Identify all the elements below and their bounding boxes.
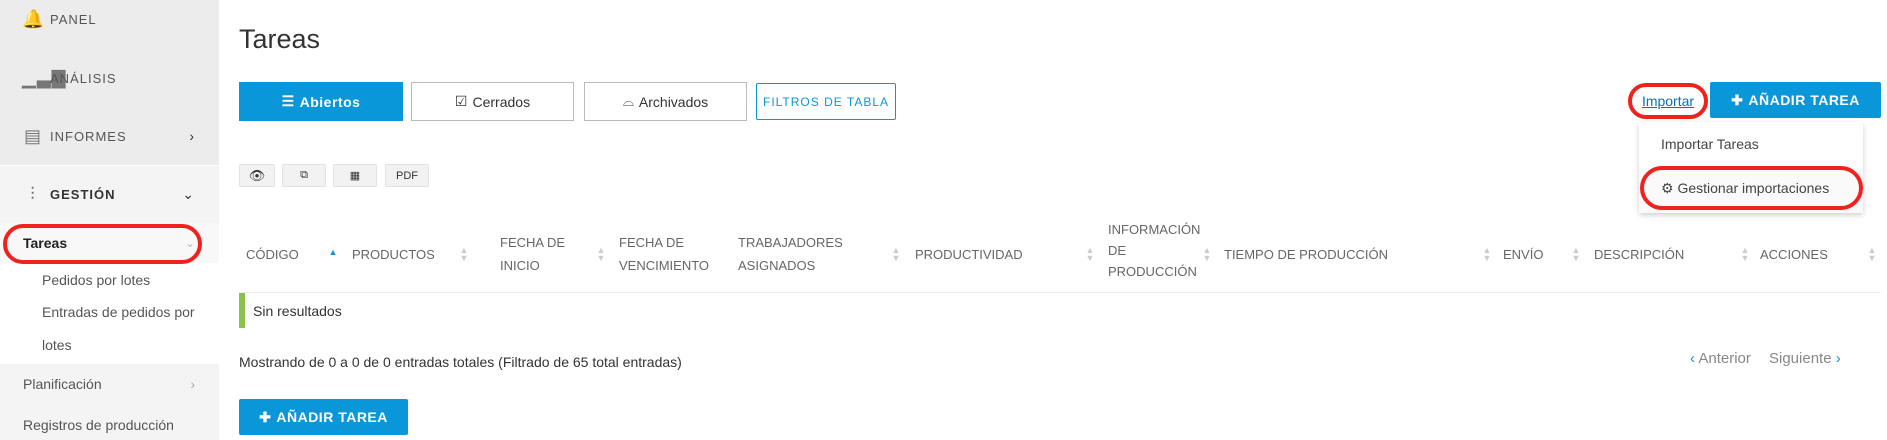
- plus-icon: ✚: [1731, 91, 1744, 108]
- add-task-bottom-button[interactable]: ✚ AÑADIR TAREA: [239, 399, 408, 435]
- sidebar-item-informes[interactable]: ▤ INFORMES ›: [0, 120, 219, 152]
- page-title: Tareas: [239, 24, 321, 54]
- header-line: DE: [1108, 243, 1127, 258]
- sort-asc-icon[interactable]: ▲: [328, 248, 338, 257]
- chevron-down-icon: ⌄: [182, 186, 195, 202]
- sidebar-item-gestion[interactable]: ⫶ GESTIÓN ⌄: [0, 166, 219, 223]
- header-line: INFORMACIÓN: [1108, 222, 1201, 237]
- button-label: AÑADIR TAREA: [276, 409, 388, 425]
- pagination-prev[interactable]: ‹ Anterior: [1690, 350, 1751, 367]
- tab-label: Abiertos: [299, 93, 361, 110]
- sidebar-item-label: GESTIÓN: [50, 187, 116, 202]
- bar-chart-icon: ▁▃▇: [22, 67, 67, 88]
- table-filters-button[interactable]: FILTROS DE TABLA: [756, 83, 896, 120]
- tab-label: Cerrados: [472, 93, 531, 110]
- header-fecha-inicio[interactable]: FECHA DE INICIO: [500, 231, 565, 277]
- header-trabajadores[interactable]: TRABAJADORES ASIGNADOS: [738, 231, 843, 277]
- pagination-label: Anterior: [1698, 350, 1751, 367]
- highlight-annotation: [3, 224, 202, 264]
- bell-icon: 🔔: [22, 8, 46, 29]
- pagination-label: Siguiente: [1769, 350, 1832, 367]
- checkbox-icon: ☑: [454, 93, 468, 109]
- header-descripcion[interactable]: DESCRIPCIÓN: [1594, 243, 1684, 266]
- sidebar-item-label: Planificación: [23, 376, 102, 392]
- sidebar-subitem-entradas[interactable]: Entradas de pedidos por: [42, 304, 195, 320]
- sidebar-item-label: INFORMES: [50, 128, 127, 144]
- sort-icon[interactable]: ▲ ▼: [459, 246, 469, 263]
- header-line: INICIO: [500, 258, 540, 273]
- header-line: VENCIMIENTO: [619, 258, 710, 273]
- tab-label: Archivados: [638, 93, 709, 110]
- pagination-next[interactable]: Siguiente ›: [1769, 350, 1841, 367]
- copy-button[interactable]: ⧉: [282, 164, 326, 187]
- header-line: PRODUCCIÓN: [1108, 264, 1197, 279]
- chevron-left-icon: ‹: [1690, 350, 1695, 367]
- sidebar-subitem-pedidos[interactable]: Pedidos por lotes: [42, 272, 150, 288]
- sort-icon[interactable]: ▲ ▼: [1085, 246, 1095, 263]
- empty-indicator: [239, 293, 245, 328]
- column-visibility-button[interactable]: 👁: [239, 164, 275, 187]
- header-fecha-vencimiento[interactable]: FECHA DE VENCIMIENTO: [619, 231, 709, 277]
- document-icon: ▤: [23, 125, 42, 146]
- eye-icon: 👁: [248, 167, 266, 183]
- chevron-right-icon: ›: [1835, 350, 1841, 367]
- header-tiempo[interactable]: TIEMPO DE PRODUCCIÓN: [1224, 243, 1388, 266]
- sidebar-item-label: Registros de producción: [23, 417, 174, 433]
- header-informacion[interactable]: INFORMACIÓN DE PRODUCCIÓN: [1108, 219, 1200, 282]
- sort-icon[interactable]: ▲ ▼: [1202, 246, 1212, 263]
- import-dropdown: Importar Tareas ⚙ Gestionar importacione…: [1639, 122, 1863, 213]
- table-icon: ▦: [349, 170, 361, 182]
- sidebar: 🔔 PANEL ▁▃▇ ANÁLISIS ▤ INFORMES › ⫶ GESTIÓN ⌄ …: [0, 0, 219, 440]
- sidebar-item-registros[interactable]: Registros de producción: [0, 417, 219, 437]
- sidebar-item-planificacion[interactable]: Planificación ›: [0, 376, 219, 396]
- header-codigo[interactable]: CÓDIGO: [246, 243, 299, 266]
- list-icon: ☰: [281, 93, 295, 109]
- pdf-button[interactable]: PDF: [385, 164, 429, 187]
- sort-icon[interactable]: ▲ ▼: [1482, 246, 1492, 263]
- header-productividad[interactable]: PRODUCTIVIDAD: [915, 243, 1023, 266]
- tab-archivados[interactable]: ⌓ Archivados: [584, 82, 747, 121]
- sidebar-item-label: ANÁLISIS: [50, 70, 117, 86]
- tab-abiertos[interactable]: ☰ Abiertos: [239, 82, 403, 121]
- menu-item-import-tasks[interactable]: Importar Tareas: [1639, 122, 1863, 168]
- header-line: FECHA DE: [500, 235, 566, 250]
- divider: [239, 292, 1881, 293]
- sidebar-item-analisis[interactable]: ▁▃▇ ANÁLISIS: [0, 62, 219, 94]
- header-line: FECHA DE: [619, 235, 685, 250]
- highlight-annotation: [1640, 166, 1863, 210]
- tab-cerrados[interactable]: ☑ Cerrados: [411, 82, 574, 121]
- header-acciones[interactable]: ACCIONES: [1760, 243, 1828, 266]
- header-line: ASIGNADOS: [738, 258, 816, 273]
- sort-icon[interactable]: ▲ ▼: [1867, 246, 1877, 263]
- sort-icon[interactable]: ▲ ▼: [1740, 246, 1750, 263]
- sort-icon[interactable]: ▲ ▼: [891, 246, 901, 263]
- header-productos[interactable]: PRODUCTOS: [352, 243, 435, 266]
- sidebar-subitem-entradas-cont[interactable]: lotes: [42, 337, 72, 353]
- plus-icon: ✚: [259, 408, 272, 425]
- chevron-right-icon: ›: [189, 128, 195, 144]
- copy-icon: ⧉: [300, 169, 308, 181]
- chevron-right-icon: ›: [190, 376, 195, 392]
- sidebar-item-panel[interactable]: 🔔 PANEL: [0, 4, 219, 34]
- highlight-annotation: [1628, 83, 1708, 119]
- sort-icon[interactable]: ▲ ▼: [596, 246, 606, 263]
- sort-icon[interactable]: ▲ ▼: [1571, 246, 1581, 263]
- sliders-icon: ⫶: [30, 184, 36, 204]
- header-line: TRABAJADORES: [738, 235, 843, 250]
- sidebar-item-label: PANEL: [50, 11, 97, 27]
- empty-message: Sin resultados: [253, 303, 342, 319]
- add-task-button[interactable]: ✚ AÑADIR TAREA: [1710, 82, 1881, 118]
- table-info: Mostrando de 0 a 0 de 0 entradas totales…: [239, 354, 682, 370]
- button-label: AÑADIR TAREA: [1748, 92, 1860, 108]
- inbox-icon: ⌓: [622, 93, 634, 109]
- header-envio[interactable]: ENVÍO: [1503, 243, 1543, 266]
- excel-button[interactable]: ▦: [333, 164, 377, 187]
